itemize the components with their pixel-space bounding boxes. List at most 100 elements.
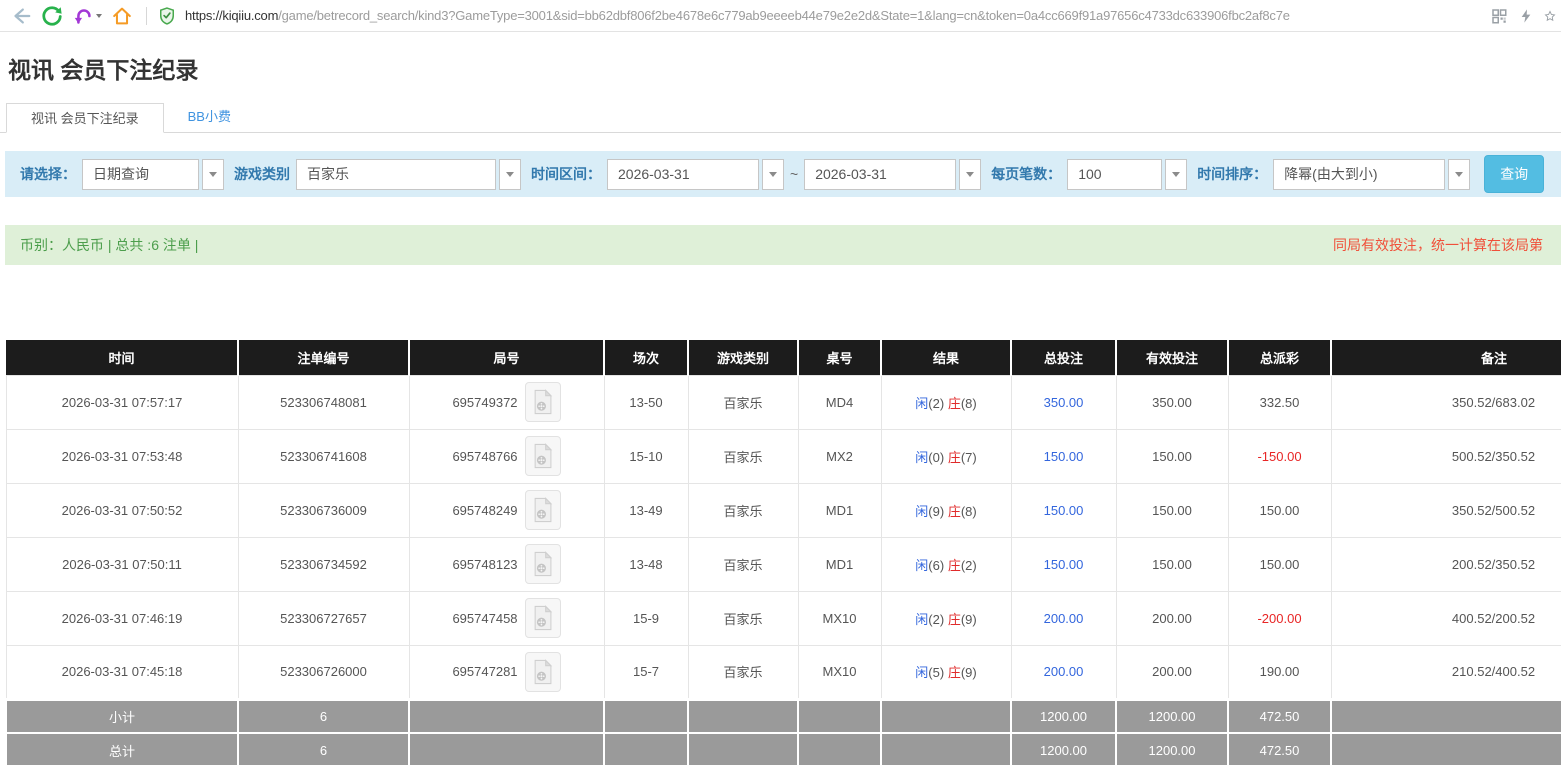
page-size-value[interactable]: 100 [1067,159,1162,190]
game-type-cell: 百家乐 [688,429,798,483]
time-range-label: 时间区间： [531,164,601,184]
total-bet-cell: 200.00 [1011,645,1116,699]
payout-cell: 332.50 [1228,375,1331,429]
payout-cell: -150.00 [1228,429,1331,483]
total-bet-link[interactable]: 150.00 [1044,503,1084,518]
game-type-value[interactable]: 百家乐 [296,159,496,190]
records-table-wrap: 时间注单编号局号场次游戏类别桌号结果总投注有效投注总派彩备注 2026-03-3… [5,340,1561,765]
lightning-icon[interactable] [1518,7,1534,25]
result-player-count: (2) [928,396,944,411]
address-bar[interactable]: https://kiqiiu.com/game/betrecord_search… [157,5,1472,27]
column-header-6: 桌号 [798,340,881,375]
date-to-dropdown-button[interactable] [959,159,981,190]
video-replay-button[interactable] [525,598,561,638]
game-type-combobox[interactable]: 百家乐 [296,159,521,190]
round-cell: 695747458 [409,591,604,645]
game-type-cell: 百家乐 [688,645,798,699]
security-shield-icon[interactable] [157,5,177,27]
date-to-value[interactable]: 2026-03-31 [804,159,956,190]
bet-id-cell: 523306741608 [238,429,409,483]
column-header-10: 总派彩 [1228,340,1331,375]
time-cell: 2026-03-31 07:45:18 [6,645,238,699]
result-banker: 庄 [948,665,961,680]
sort-order-value[interactable]: 降幂(由大到小) [1273,159,1445,190]
time-cell: 2026-03-31 07:50:52 [6,483,238,537]
game-type-dropdown-button[interactable] [499,159,521,190]
total-bet-link[interactable]: 350.00 [1044,395,1084,410]
tab-bar: 视讯 会员下注纪录 BB小费 [0,102,1561,133]
result-player-count: (5) [928,665,944,680]
video-replay-button[interactable] [525,436,561,476]
game-type-cell: 百家乐 [688,483,798,537]
column-header-1: 时间 [6,340,238,375]
round-number: 695747458 [452,611,517,626]
chevron-down-icon [966,172,974,177]
subtotal-label-cell: 小计 [6,699,238,733]
search-button[interactable]: 查询 [1484,155,1544,193]
payout-cell: 190.00 [1228,645,1331,699]
total-bet-cell: 150.00 [1011,483,1116,537]
grand-total-row: 总计61200.001200.00472.50 [6,733,1561,765]
qr-code-icon[interactable] [1490,7,1508,25]
sort-order-dropdown-button[interactable] [1448,159,1470,190]
result-banker-count: (9) [961,612,977,627]
result-cell: 闲(2) 庄(9) [881,591,1011,645]
video-replay-button[interactable] [525,544,561,584]
bet-id-cell: 523306727657 [238,591,409,645]
game-type-cell: 百家乐 [688,537,798,591]
subtotal-note-cell [1331,699,1561,733]
tab-bb-tip[interactable]: BB小费 [164,102,255,132]
video-replay-button[interactable] [525,652,561,692]
filter-bar: 请选择： 日期查询 游戏类别 百家乐 时间区间： 2026-03-31 ~ 20… [5,151,1561,197]
tab-bb-tip-label: BB小费 [188,109,231,124]
round-number: 695748123 [452,557,517,572]
query-type-value[interactable]: 日期查询 [82,159,199,190]
date-from-picker[interactable]: 2026-03-31 [607,159,784,190]
date-from-value[interactable]: 2026-03-31 [607,159,759,190]
video-replay-button[interactable] [525,382,561,422]
video-replay-button[interactable] [525,490,561,530]
records-table: 时间注单编号局号场次游戏类别桌号结果总投注有效投注总派彩备注 2026-03-3… [5,340,1561,765]
date-from-dropdown-button[interactable] [762,159,784,190]
valid-bet-cell: 200.00 [1116,591,1228,645]
total-bet-link[interactable]: 150.00 [1044,449,1084,464]
page-size-dropdown-button[interactable] [1165,159,1187,190]
total-session-cell [604,733,688,765]
range-separator: ~ [790,166,798,182]
undo-dropdown[interactable] [72,5,102,27]
query-type-combobox[interactable]: 日期查询 [82,159,224,190]
page-size-combobox[interactable]: 100 [1067,159,1187,190]
time-cell: 2026-03-31 07:57:17 [6,375,238,429]
refresh-icon[interactable] [41,5,63,27]
chevron-down-icon [1455,172,1463,177]
total-bet-link[interactable]: 200.00 [1044,611,1084,626]
url-origin: https://kiqiiu.com [185,8,278,23]
session-cell: 13-50 [604,375,688,429]
date-to-picker[interactable]: 2026-03-31 [804,159,981,190]
table-number-cell: MD4 [798,375,881,429]
table-row: 2026-03-31 07:53:48523306741608695748766… [6,429,1561,483]
result-cell: 闲(0) 庄(7) [881,429,1011,483]
result-player-count: (9) [928,504,944,519]
subtotal-payout-cell: 472.50 [1228,699,1331,733]
home-icon[interactable] [111,5,133,27]
undo-icon[interactable] [72,5,94,27]
table-row: 2026-03-31 07:50:11523306734592695748123… [6,537,1561,591]
sort-order-combobox[interactable]: 降幂(由大到小) [1273,159,1470,190]
tab-bet-records[interactable]: 视讯 会员下注纪录 [6,103,164,133]
result-banker-count: (7) [961,450,977,465]
url-text[interactable]: https://kiqiiu.com/game/betrecord_search… [185,8,1290,23]
valid-bet-notice-text: 同局有效投注，统一计算在该局第 [1333,225,1543,265]
back-icon[interactable] [10,5,32,27]
select-type-label: 请选择： [20,164,76,184]
subtotal-total-bet-cell: 1200.00 [1011,699,1116,733]
total-bet-link[interactable]: 150.00 [1044,557,1084,572]
toolbar-right-icons [1480,7,1551,25]
table-row: 2026-03-31 07:57:17523306748081695749372… [6,375,1561,429]
chevron-down-icon [209,172,217,177]
favorite-star-icon[interactable] [1544,7,1556,25]
tab-bet-records-label: 视讯 会员下注纪录 [31,111,139,126]
total-bet-link[interactable]: 200.00 [1044,664,1084,679]
query-type-dropdown-button[interactable] [202,159,224,190]
toolbar-divider [146,7,147,25]
